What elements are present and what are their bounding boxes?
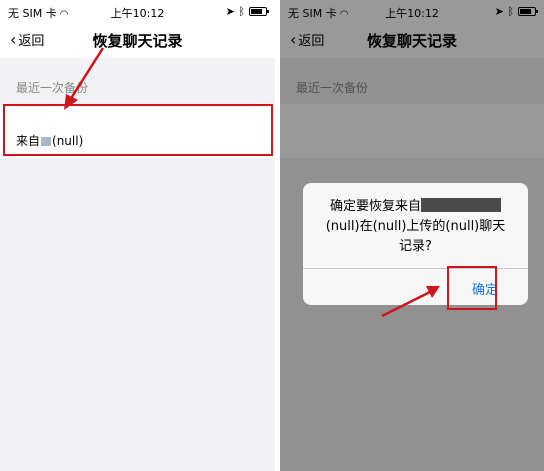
- phone-screen-left: 无 SIM 卡 ◠ 上午10:12 ➤ ᛒ ‹ 返回 恢复聊天记录 最近一次备份 来…: [0, 0, 275, 471]
- annotation-arrow: [381, 286, 440, 318]
- annotation-arrow: [64, 47, 105, 110]
- phone-screen-right: 无 SIM 卡 ◠ 上午10:12 ➤ ᛒ ‹ 返回 恢复聊天记录 最近一次备份 确…: [280, 0, 544, 471]
